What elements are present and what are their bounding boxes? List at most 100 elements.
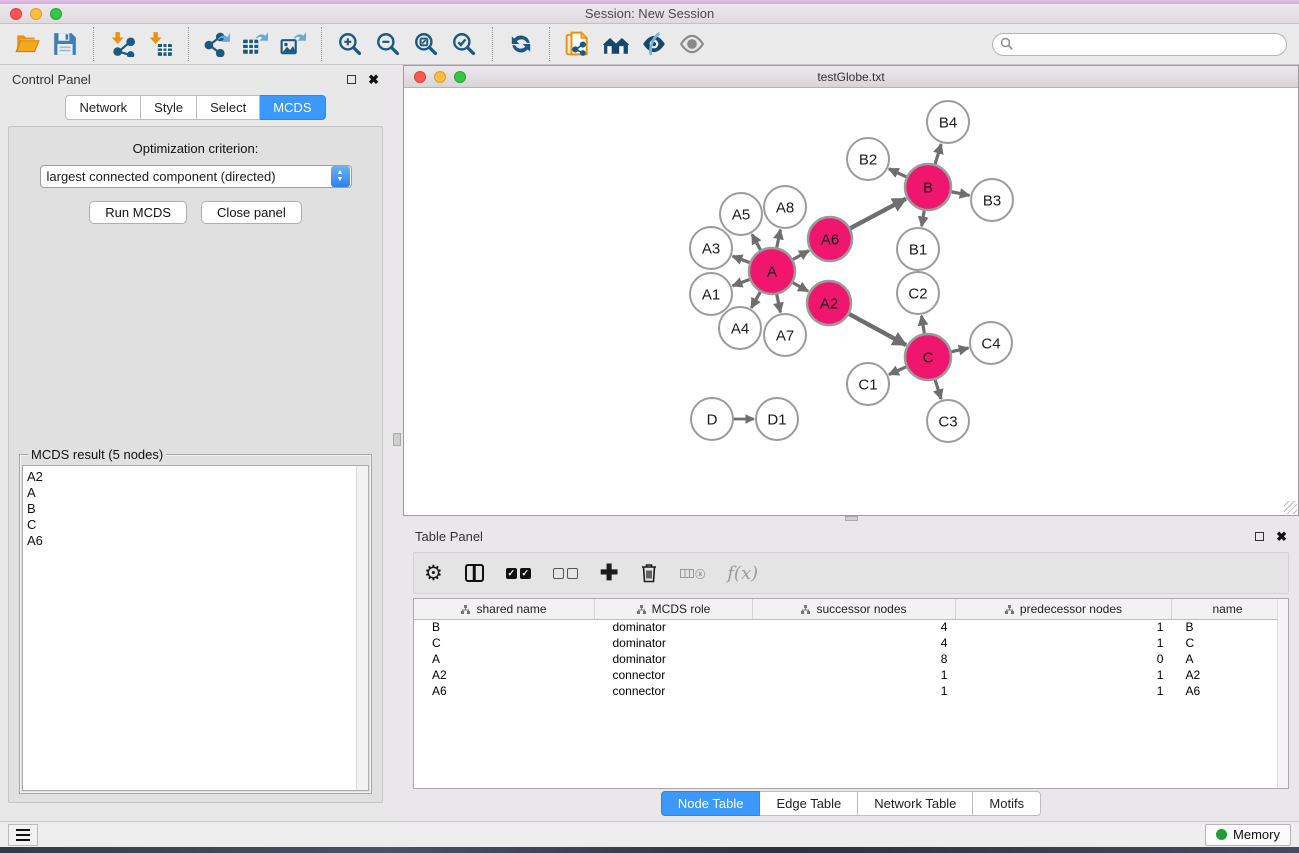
- zoom-in-icon[interactable]: [333, 27, 367, 61]
- table-cell[interactable]: dominator: [594, 635, 752, 651]
- hide-graphics-details-icon[interactable]: [637, 27, 671, 61]
- memory-button[interactable]: Memory: [1205, 824, 1291, 846]
- graph-edge-A-A7[interactable]: [776, 293, 780, 313]
- result-item[interactable]: C: [27, 517, 352, 533]
- optimization-criterion-select[interactable]: largest connected component (directed) ▲…: [40, 165, 352, 188]
- table-cell[interactable]: 1: [955, 619, 1171, 635]
- graph-edge-A6-B[interactable]: [849, 199, 906, 229]
- graph-node-A1[interactable]: A1: [690, 273, 732, 315]
- table-cell[interactable]: 1: [753, 683, 956, 699]
- window-resize-grip[interactable]: [1284, 501, 1297, 514]
- search-input[interactable]: [992, 33, 1287, 56]
- graph-node-B2[interactable]: B2: [847, 138, 889, 180]
- table-row[interactable]: Bdominator41B: [414, 619, 1284, 635]
- splitter-grip[interactable]: [845, 516, 858, 521]
- export-table-icon[interactable]: [238, 27, 272, 61]
- column-header-MCDS-role[interactable]: MCDS role: [594, 599, 752, 619]
- float-panel-icon[interactable]: [1255, 532, 1264, 541]
- zoom-fit-icon[interactable]: [409, 27, 443, 61]
- run-mcds-button[interactable]: Run MCDS: [89, 201, 187, 224]
- graph-edge-A-A5[interactable]: [752, 234, 762, 251]
- graph-node-B[interactable]: B: [905, 164, 951, 210]
- graph-node-B4[interactable]: B4: [927, 101, 969, 143]
- tab-motifs[interactable]: Motifs: [973, 791, 1041, 816]
- table-cell[interactable]: B: [1171, 619, 1283, 635]
- save-session-icon[interactable]: [48, 27, 82, 61]
- new-network-from-file-icon[interactable]: [561, 27, 595, 61]
- tab-select[interactable]: Select: [197, 95, 260, 120]
- table-cell[interactable]: 8: [753, 651, 956, 667]
- graph-node-D1[interactable]: D1: [756, 398, 798, 440]
- result-scrollbar[interactable]: [356, 466, 368, 790]
- table-cell[interactable]: B: [414, 619, 594, 635]
- graph-node-B1[interactable]: B1: [897, 228, 939, 270]
- graph-edge-B-B2[interactable]: [889, 169, 908, 178]
- panel-splitter[interactable]: [391, 65, 403, 821]
- table-cell[interactable]: 4: [753, 635, 956, 651]
- graph-edge-A-A8[interactable]: [776, 230, 780, 250]
- show-graphics-details-icon[interactable]: [675, 27, 709, 61]
- import-table-icon[interactable]: [143, 27, 177, 61]
- graph-node-A3[interactable]: A3: [690, 227, 732, 269]
- result-item[interactable]: A: [27, 485, 352, 501]
- column-header-successor-nodes[interactable]: successor nodes: [753, 599, 956, 619]
- tab-network[interactable]: Network: [65, 95, 141, 120]
- table-cell[interactable]: 1: [955, 683, 1171, 699]
- close-panel-icon[interactable]: ✖: [1276, 530, 1287, 543]
- table-cell[interactable]: C: [414, 635, 594, 651]
- graph-edge-C-C1[interactable]: [889, 366, 908, 375]
- show-column-icon[interactable]: [465, 564, 484, 582]
- table-row[interactable]: Cdominator41C: [414, 635, 1284, 651]
- export-image-icon[interactable]: [276, 27, 310, 61]
- column-header-name[interactable]: name: [1171, 599, 1283, 619]
- table-cell[interactable]: 4: [753, 619, 956, 635]
- horizontal-splitter[interactable]: [403, 516, 1299, 522]
- task-history-button[interactable]: [8, 824, 38, 846]
- settings-gear-icon[interactable]: ⚙: [424, 563, 443, 584]
- table-row[interactable]: A2connector11A2: [414, 667, 1284, 683]
- graph-edge-B-B4[interactable]: [934, 144, 941, 166]
- zoom-selected-icon[interactable]: [447, 27, 481, 61]
- graph-node-B3[interactable]: B3: [971, 179, 1013, 221]
- close-panel-button[interactable]: Close panel: [201, 201, 302, 224]
- graph-node-A4[interactable]: A4: [719, 307, 761, 349]
- graph-edge-C-C3[interactable]: [935, 378, 942, 399]
- table-cell[interactable]: A6: [1171, 683, 1283, 699]
- table-row[interactable]: Adominator80A: [414, 651, 1284, 667]
- table-cell[interactable]: 1: [955, 635, 1171, 651]
- tab-node-table[interactable]: Node Table: [661, 791, 761, 816]
- result-item[interactable]: A6: [27, 533, 352, 549]
- splitter-grip[interactable]: [393, 433, 401, 446]
- table-cell[interactable]: A2: [414, 667, 594, 683]
- table-cell[interactable]: C: [1171, 635, 1283, 651]
- graph-node-C3[interactable]: C3: [927, 400, 969, 442]
- export-network-icon[interactable]: [200, 27, 234, 61]
- table-cell[interactable]: 0: [955, 651, 1171, 667]
- ndex-home-icon[interactable]: [599, 27, 633, 61]
- graph-node-C2[interactable]: C2: [897, 272, 939, 314]
- graph-edge-C-C2[interactable]: [922, 316, 925, 336]
- table-cell[interactable]: 1: [955, 667, 1171, 683]
- graph-edge-A-A2[interactable]: [791, 282, 808, 291]
- table-cell[interactable]: A: [414, 651, 594, 667]
- column-header-predecessor-nodes[interactable]: predecessor nodes: [955, 599, 1171, 619]
- column-header-shared-name[interactable]: shared name: [414, 599, 594, 619]
- graph-edge-A-A6[interactable]: [791, 251, 809, 261]
- graph-node-A8[interactable]: A8: [764, 186, 806, 228]
- graph-edge-C-C4[interactable]: [949, 348, 968, 352]
- table-cell[interactable]: 1: [753, 667, 956, 683]
- result-item[interactable]: B: [27, 501, 352, 517]
- table-cell[interactable]: dominator: [594, 651, 752, 667]
- table-cell[interactable]: connector: [594, 667, 752, 683]
- table-cell[interactable]: dominator: [594, 619, 752, 635]
- close-panel-icon[interactable]: ✖: [368, 73, 379, 86]
- graph-node-D[interactable]: D: [691, 398, 733, 440]
- delete-column-icon[interactable]: [640, 563, 658, 583]
- table-cell[interactable]: A2: [1171, 667, 1283, 683]
- float-panel-icon[interactable]: [347, 75, 356, 84]
- graph-edge-A-A3[interactable]: [733, 256, 752, 263]
- graph-node-A[interactable]: A: [749, 248, 795, 294]
- result-item[interactable]: A2: [27, 469, 352, 485]
- graph-edge-A-A4[interactable]: [751, 290, 761, 308]
- graph-node-C[interactable]: C: [905, 334, 951, 380]
